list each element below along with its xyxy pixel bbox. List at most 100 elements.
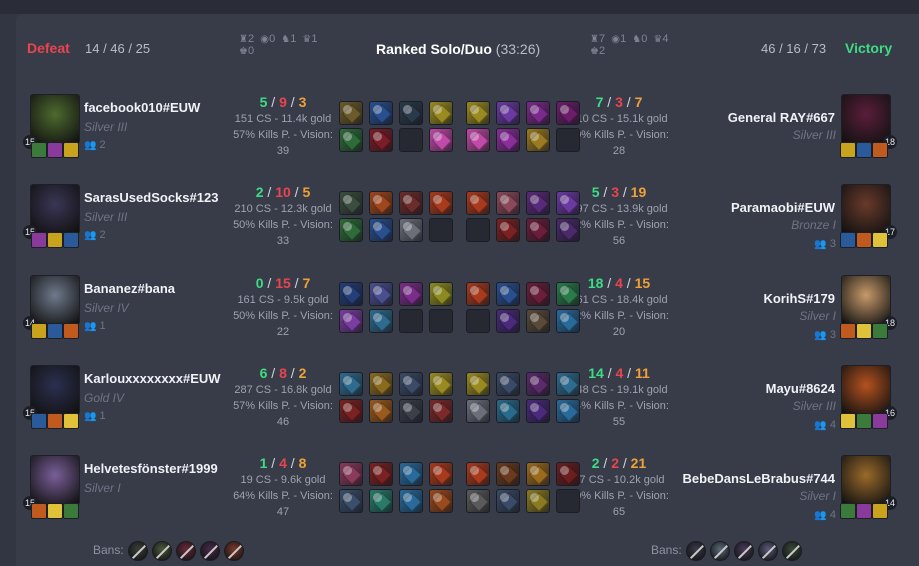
- assists: 15: [634, 275, 651, 291]
- player-name[interactable]: General RAY#667: [728, 110, 835, 125]
- item-slot-4[interactable]: [556, 101, 580, 125]
- item-slot-7[interactable]: [526, 309, 550, 333]
- empty-item-slot: [466, 309, 490, 333]
- item-slot-6[interactable]: [496, 399, 520, 423]
- item-slot-3[interactable]: [526, 462, 550, 486]
- kda-slash: /: [603, 275, 616, 291]
- champion-icon: [842, 95, 890, 143]
- item-slot-7[interactable]: [526, 128, 550, 152]
- objective-value: 0: [248, 45, 255, 57]
- item-shine: [560, 222, 569, 231]
- player-rank: Silver III: [792, 128, 836, 142]
- item-shine: [530, 313, 539, 322]
- champion-portrait[interactable]: [841, 184, 891, 234]
- item-slot-1[interactable]: [466, 282, 490, 306]
- item-slot-3[interactable]: [526, 282, 550, 306]
- kda-slash: /: [599, 455, 612, 471]
- item-slot-4[interactable]: [556, 191, 580, 215]
- item-slot-6[interactable]: [496, 489, 520, 513]
- cs-gold: 197 CS - 13.9k gold: [570, 203, 668, 215]
- cs-gold: 27 CS - 10.2k gold: [573, 474, 665, 486]
- item-slot-8[interactable]: [556, 218, 580, 242]
- item-slot-7[interactable]: [526, 218, 550, 242]
- item-slot-3[interactable]: [526, 191, 550, 215]
- item-slot-2[interactable]: [496, 191, 520, 215]
- item-slot-4[interactable]: [556, 282, 580, 306]
- item-slot-6[interactable]: [496, 218, 520, 242]
- item-slot-5[interactable]: [466, 399, 490, 423]
- item-slot-6[interactable]: [496, 128, 520, 152]
- deaths: 3: [611, 184, 619, 200]
- item-slot-2[interactable]: [496, 282, 520, 306]
- banned-champion-icon[interactable]: [734, 541, 754, 561]
- item-slot-3[interactable]: [526, 372, 550, 396]
- team-right-objectives: ♜7 ◉1 ♞0 ♛4 ♚2: [590, 33, 690, 57]
- banned-champion-icon[interactable]: [758, 541, 778, 561]
- kills: 18: [587, 275, 604, 291]
- item-slot-7[interactable]: [526, 399, 550, 423]
- item-slot-3[interactable]: [526, 101, 550, 125]
- champion-portrait[interactable]: [841, 455, 891, 505]
- summoner-spell-icon: [840, 503, 856, 519]
- objective-value: 1: [620, 33, 627, 45]
- banned-champion-icon[interactable]: [176, 541, 196, 561]
- item-slot-4[interactable]: [556, 372, 580, 396]
- banned-champion-icon[interactable]: [200, 541, 220, 561]
- player-stats: 14 / 4 / 11 248 CS - 19.1k gold 54% Kills …: [564, 365, 674, 430]
- champion-portrait[interactable]: [841, 94, 891, 144]
- item-slot-8[interactable]: [556, 399, 580, 423]
- summoner-spell-icon: [856, 142, 872, 158]
- summoner-spell-icon: [856, 413, 872, 429]
- player-kda: 5 / 3 / 19: [564, 184, 674, 201]
- banned-champion-icon[interactable]: [224, 541, 244, 561]
- victory-label: Victory: [845, 40, 893, 56]
- inhibitor-icon: ◉: [611, 34, 620, 45]
- item-slot-2[interactable]: [496, 372, 520, 396]
- inhibitor-count: ◉0: [260, 33, 275, 45]
- banned-champion-icon[interactable]: [152, 541, 172, 561]
- item-slot-7[interactable]: [526, 489, 550, 513]
- player-row-right: 16 Mayu#8624 Silver III 👥 4 14 / 4 / 11 248 CS…: [0, 365, 919, 455]
- vision-score: 65: [612, 506, 626, 518]
- player-name[interactable]: BebeDansLeBrabus#744: [683, 471, 835, 486]
- champion-icon: [842, 456, 890, 504]
- item-shine: [530, 493, 539, 502]
- item-slot-5[interactable]: [466, 128, 490, 152]
- item-slot-5[interactable]: [466, 489, 490, 513]
- summoner-spell-icon: [840, 232, 856, 248]
- summoner-spell-icon: [840, 413, 856, 429]
- item-slot-2[interactable]: [496, 101, 520, 125]
- item-slot-6[interactable]: [496, 309, 520, 333]
- dragon-icon: ♞: [281, 34, 291, 45]
- objective-value: 2: [248, 33, 255, 45]
- item-slot-1[interactable]: [466, 462, 490, 486]
- vision-score: 28: [612, 145, 626, 157]
- item-slot-8[interactable]: [556, 309, 580, 333]
- banned-champion-icon[interactable]: [782, 541, 802, 561]
- champion-portrait[interactable]: [841, 365, 891, 415]
- player-name[interactable]: KorihS#179: [763, 291, 835, 306]
- banned-champion-icon[interactable]: [128, 541, 148, 561]
- deaths: 2: [611, 455, 619, 471]
- party-icon: 👥: [814, 330, 827, 341]
- player-name[interactable]: Paramaobi#EUW: [731, 200, 835, 215]
- champion-portrait[interactable]: [841, 275, 891, 325]
- summoner-spell-icon: [840, 323, 856, 339]
- item-slot-4[interactable]: [556, 462, 580, 486]
- item-shine: [470, 493, 479, 502]
- banned-champion-icon[interactable]: [686, 541, 706, 561]
- kill-participation: 72% Kills P. - Vision:: [569, 310, 669, 322]
- item-slot-2[interactable]: [496, 462, 520, 486]
- objective-value: 4: [662, 33, 669, 45]
- item-slot-1[interactable]: [466, 372, 490, 396]
- banned-champion-icon[interactable]: [710, 541, 730, 561]
- inhibitor-icon: ◉: [260, 34, 269, 45]
- player-name[interactable]: Mayu#8624: [766, 381, 835, 396]
- cs-gold: 210 CS - 15.1k gold: [570, 113, 668, 125]
- baron-count: ♚2: [590, 45, 605, 57]
- inhibitor-count: ◉1: [611, 33, 626, 45]
- item-slot-1[interactable]: [466, 101, 490, 125]
- player-row-right: 18 KorihS#179 Silver I 👥 3 18 / 4 / 15 261 CS …: [0, 275, 919, 365]
- item-slot-1[interactable]: [466, 191, 490, 215]
- match-duration: (33:26): [495, 41, 541, 57]
